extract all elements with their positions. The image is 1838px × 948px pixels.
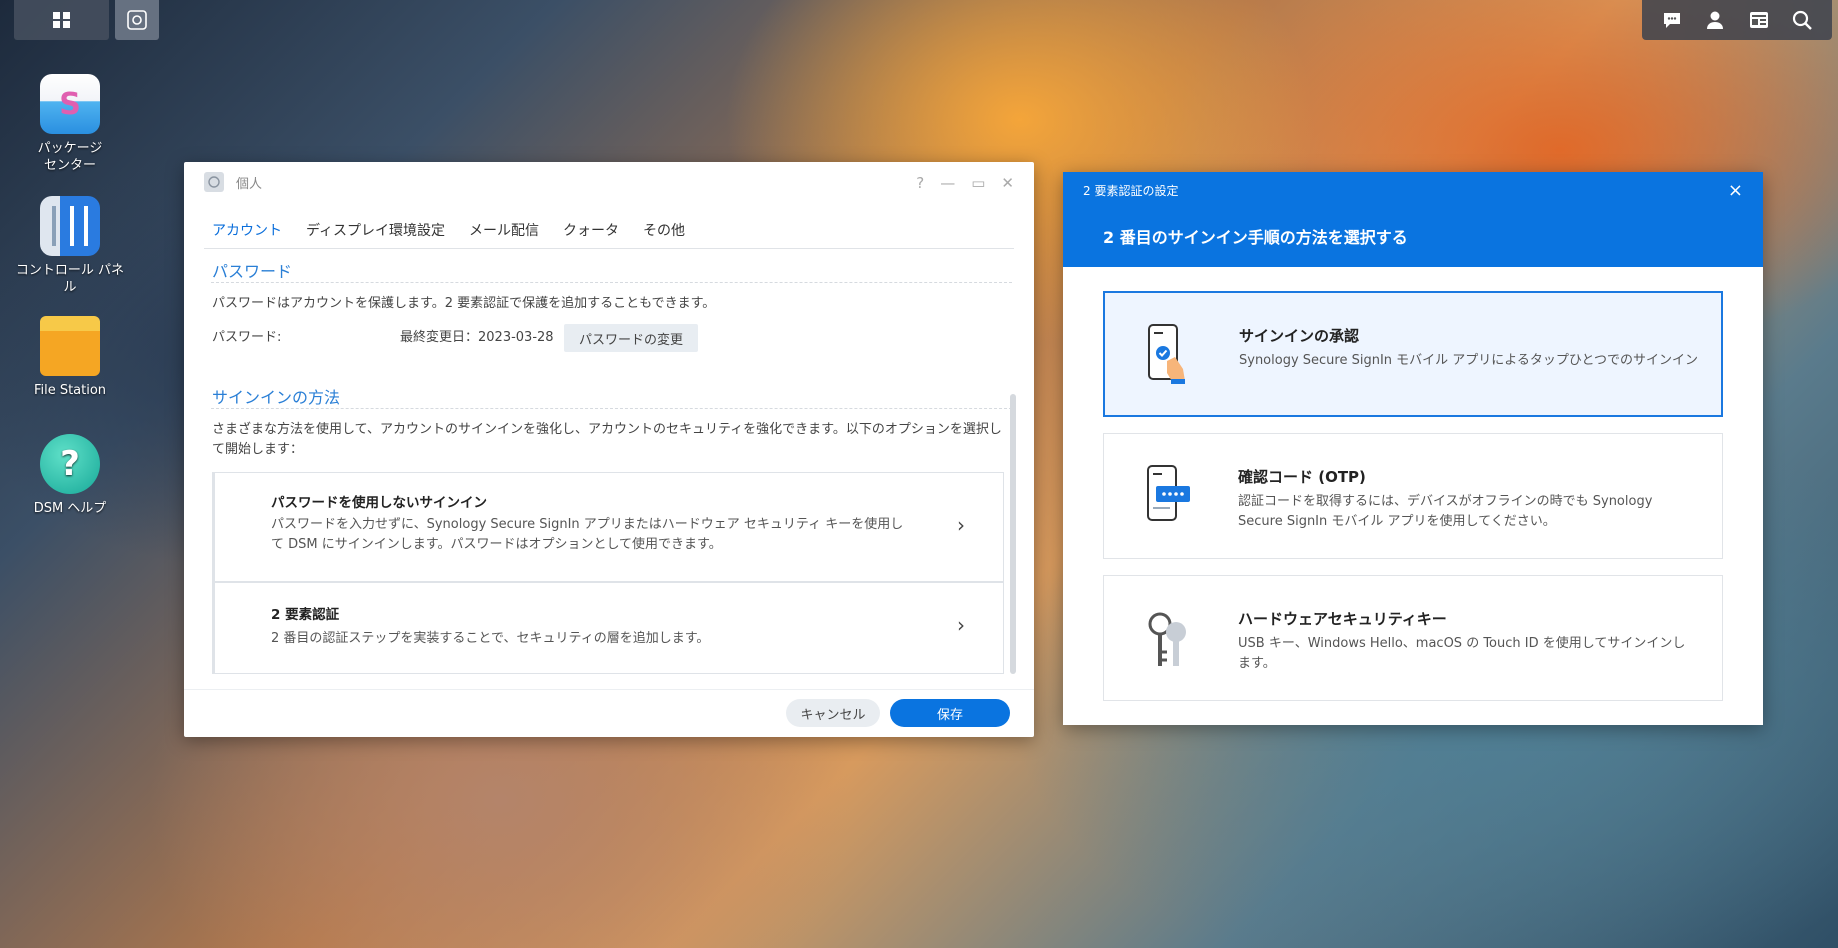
package-center-icon: S: [40, 74, 100, 134]
tab-quota[interactable]: クォータ: [563, 220, 619, 240]
tab-account[interactable]: アカウント: [212, 220, 282, 240]
gear-icon: [127, 10, 147, 30]
desktop-icon-file-station[interactable]: File Station: [10, 316, 130, 399]
password-label: パスワード:: [212, 330, 282, 345]
chevron-right-icon: ›: [957, 513, 965, 537]
grid-icon: [52, 12, 70, 28]
main-menu-button[interactable]: [14, 0, 109, 40]
folder-icon: [40, 316, 100, 376]
tab-divider: [204, 248, 1014, 249]
scrollbar[interactable]: [1010, 394, 1016, 674]
two-factor-setup-dialog: 2 要素認証の設定 × 2 番目のサインイン手順の方法を選択する サインインの承…: [1063, 172, 1763, 725]
password-heading: パスワード: [212, 262, 293, 281]
desktop-icon-control-panel[interactable]: コントロール パネル: [10, 196, 130, 296]
user-icon[interactable]: [1704, 9, 1726, 31]
change-password-button[interactable]: パスワードの変更: [564, 324, 698, 352]
verification-code-otp-option[interactable]: 確認コード (OTP) 認証コードを取得するには、デバイスがオフラインの時でも …: [1103, 433, 1723, 559]
option-title: パスワードを使用しないサインイン: [271, 495, 487, 511]
window-titlebar: 個人: [184, 162, 1034, 202]
tab-display-preferences[interactable]: ディスプレイ環境設定: [306, 220, 445, 240]
option-description: Synology Secure SignIn モバイル アプリによるタップひとつ…: [1239, 353, 1699, 368]
close-button[interactable]: ✕: [1001, 174, 1014, 192]
save-button[interactable]: 保存: [890, 699, 1010, 727]
option-title: ハードウェアセキュリティキー: [1238, 610, 1447, 628]
system-tray: [1642, 0, 1832, 40]
personal-app-icon: [204, 172, 224, 192]
password-description: パスワードはアカウントを保護します。2 要素認証で保護を追加することもできます。: [212, 296, 716, 311]
desktop-icon-dsm-help[interactable]: ? DSM ヘルプ: [10, 434, 130, 517]
signin-description: さまざまな方法を使用して、アカウントのサインインを強化し、アカウントのセキュリテ…: [212, 422, 1002, 457]
search-icon[interactable]: [1791, 9, 1813, 31]
widgets-icon[interactable]: [1748, 9, 1770, 31]
option-description: パスワードを入力せずに、Synology Secure SignIn アプリまた…: [271, 517, 904, 552]
chevron-right-icon: ›: [957, 613, 965, 637]
taskbar-personal-app[interactable]: [115, 0, 159, 40]
tab-bar: アカウント ディスプレイ環境設定 メール配信 クォータ その他: [212, 220, 685, 240]
personal-window: 個人 ? — ▭ ✕ アカウント ディスプレイ環境設定 メール配信 クォータ そ…: [184, 162, 1034, 737]
option-title: 確認コード (OTP): [1238, 468, 1366, 486]
phone-tap-icon: [1148, 324, 1185, 384]
tab-email-delivery[interactable]: メール配信: [469, 220, 539, 240]
signin-methods-heading: サインインの方法: [212, 388, 341, 407]
hardware-security-key-option[interactable]: ハードウェアセキュリティキー USB キー、Windows Hello、macO…: [1103, 575, 1723, 701]
maximize-button[interactable]: ▭: [971, 174, 985, 192]
footer-divider: [184, 689, 1034, 690]
dialog-header: 2 要素認証の設定 × 2 番目のサインイン手順の方法を選択する: [1063, 172, 1763, 267]
option-description: USB キー、Windows Hello、macOS の Touch ID を使…: [1238, 636, 1686, 671]
dialog-close-button[interactable]: ×: [1728, 180, 1743, 201]
help-icon: ?: [40, 434, 100, 494]
option-description: 認証コードを取得するには、デバイスがオフラインの時でも Synology Sec…: [1238, 494, 1653, 529]
keys-icon: [1148, 612, 1186, 666]
tab-others[interactable]: その他: [643, 220, 685, 240]
password-heading-divider: [211, 282, 1012, 283]
control-panel-icon: [40, 196, 100, 256]
desktop-icon-package-center[interactable]: S パッケージ センター: [10, 74, 130, 174]
option-description: 2 番目の認証ステップを実装することで、セキュリティの層を追加します。: [271, 631, 710, 646]
signin-approval-option[interactable]: サインインの承認 Synology Secure SignIn モバイル アプリ…: [1103, 291, 1723, 417]
password-last-changed: 最終変更日：2023-03-28: [400, 330, 554, 345]
phone-otp-icon: [1147, 465, 1190, 521]
minimize-button[interactable]: —: [940, 174, 955, 192]
dialog-heading: 2 番目のサインイン手順の方法を選択する: [1103, 228, 1408, 247]
window-title: 個人: [236, 176, 263, 192]
option-title: 2 要素認証: [271, 607, 340, 623]
signin-heading-divider: [211, 408, 1012, 409]
dialog-title: 2 要素認証の設定: [1083, 184, 1179, 198]
help-button[interactable]: ?: [916, 174, 924, 192]
passwordless-signin-option[interactable]: パスワードを使用しないサインイン パスワードを入力せずに、Synology Se…: [212, 472, 1004, 582]
two-factor-option[interactable]: 2 要素認証 2 番目の認証ステップを実装することで、セキュリティの層を追加しま…: [212, 582, 1004, 674]
cancel-button[interactable]: キャンセル: [786, 699, 880, 727]
chat-icon[interactable]: [1661, 9, 1683, 31]
option-title: サインインの承認: [1239, 327, 1360, 345]
